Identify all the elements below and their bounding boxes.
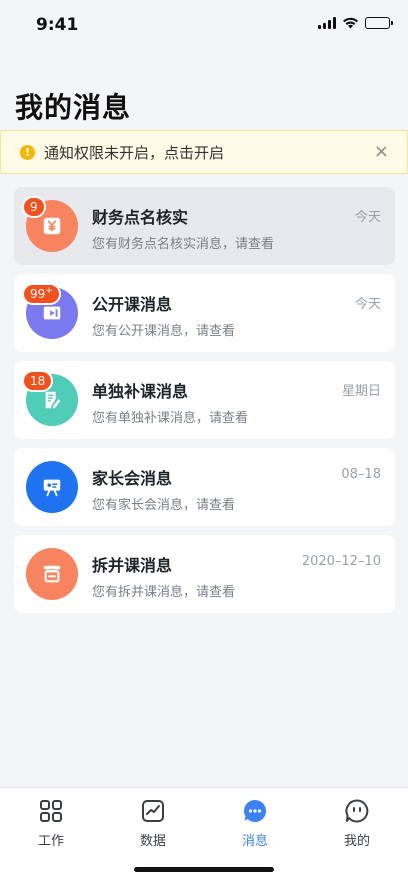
message-avatar — [26, 461, 78, 513]
message-subtitle: 您有拆并课消息，请查看 — [92, 585, 236, 600]
message-avatar: 18 — [22, 370, 78, 426]
badge-plus: + — [45, 286, 53, 296]
message-title: 家长会消息 — [92, 469, 173, 488]
message-item-open-class[interactable]: 99+ 公开课消息 您有公开课消息，请查看 今天 — [14, 274, 395, 352]
home-indicator — [134, 867, 274, 872]
message-list: 9 财务点名核实 您有财务点名核实消息，请查看 今天 99+ 公开课消息 您有公… — [14, 187, 395, 622]
message-avatar: 99+ — [22, 283, 78, 339]
message-item-makeup-class[interactable]: 18 单独补课消息 您有单独补课消息，请查看 星期日 — [14, 361, 395, 439]
close-icon[interactable]: × — [374, 141, 389, 162]
tab-label: 消息 — [241, 834, 268, 849]
yen-icon — [43, 217, 61, 235]
tab-label: 我的 — [343, 834, 370, 849]
status-bar: 9:41 — [0, 0, 408, 50]
message-item-parent-meeting[interactable]: 家长会消息 您有家长会消息，请查看 08–18 — [14, 448, 395, 526]
tab-messages[interactable]: 消息 — [204, 798, 306, 849]
message-avatar: 9 — [22, 196, 78, 252]
message-avatar — [26, 548, 78, 600]
message-item-finance[interactable]: 9 财务点名核实 您有财务点名核实消息，请查看 今天 — [14, 187, 395, 265]
merge-icon — [43, 565, 61, 583]
message-item-merge-class[interactable]: 拆并课消息 您有拆并课消息，请查看 2020–12–10 — [14, 535, 395, 613]
grid-icon — [40, 800, 62, 822]
message-title: 公开课消息 — [92, 295, 173, 314]
tab-profile[interactable]: 我的 — [306, 798, 408, 849]
tab-data[interactable]: 数据 — [102, 798, 204, 849]
chart-icon — [142, 800, 164, 822]
notification-permission-banner[interactable]: ! 通知权限未开启，点击开启 × — [0, 130, 408, 174]
video-icon — [43, 306, 61, 320]
message-title: 拆并课消息 — [92, 556, 173, 575]
warning-icon: ! — [20, 144, 35, 160]
message-date: 星期日 — [341, 384, 381, 399]
message-date: 今天 — [354, 297, 381, 312]
tab-label: 工作 — [37, 834, 64, 849]
badge-count: 99 — [30, 287, 46, 301]
message-subtitle: 您有财务点名核实消息，请查看 — [92, 237, 275, 252]
message-subtitle: 您有公开课消息，请查看 — [92, 324, 236, 339]
battery-icon — [365, 17, 393, 29]
presentation-icon — [43, 479, 61, 497]
message-date: 2020–12–10 — [301, 554, 381, 569]
cellular-signal-icon — [318, 17, 336, 29]
message-title: 单独补课消息 — [92, 382, 189, 401]
status-time: 9:41 — [36, 15, 79, 35]
edit-doc-icon — [45, 391, 61, 409]
message-icon — [244, 799, 267, 822]
tab-label: 数据 — [139, 834, 166, 849]
unread-badge: 18 — [22, 370, 54, 392]
unread-badge: 9 — [22, 196, 46, 218]
wifi-icon — [343, 17, 358, 29]
profile-icon — [345, 799, 369, 823]
page-title: 我的消息 — [15, 91, 132, 124]
message-title: 财务点名核实 — [92, 208, 189, 227]
unread-badge: 99+ — [22, 283, 61, 305]
message-subtitle: 您有家长会消息，请查看 — [92, 498, 236, 513]
message-date: 今天 — [354, 210, 381, 225]
notice-text: 通知权限未开启，点击开启 — [44, 143, 225, 162]
tab-work[interactable]: 工作 — [0, 798, 102, 849]
status-icons — [318, 17, 393, 29]
message-date: 08–18 — [341, 467, 381, 482]
message-subtitle: 您有单独补课消息，请查看 — [92, 411, 249, 426]
